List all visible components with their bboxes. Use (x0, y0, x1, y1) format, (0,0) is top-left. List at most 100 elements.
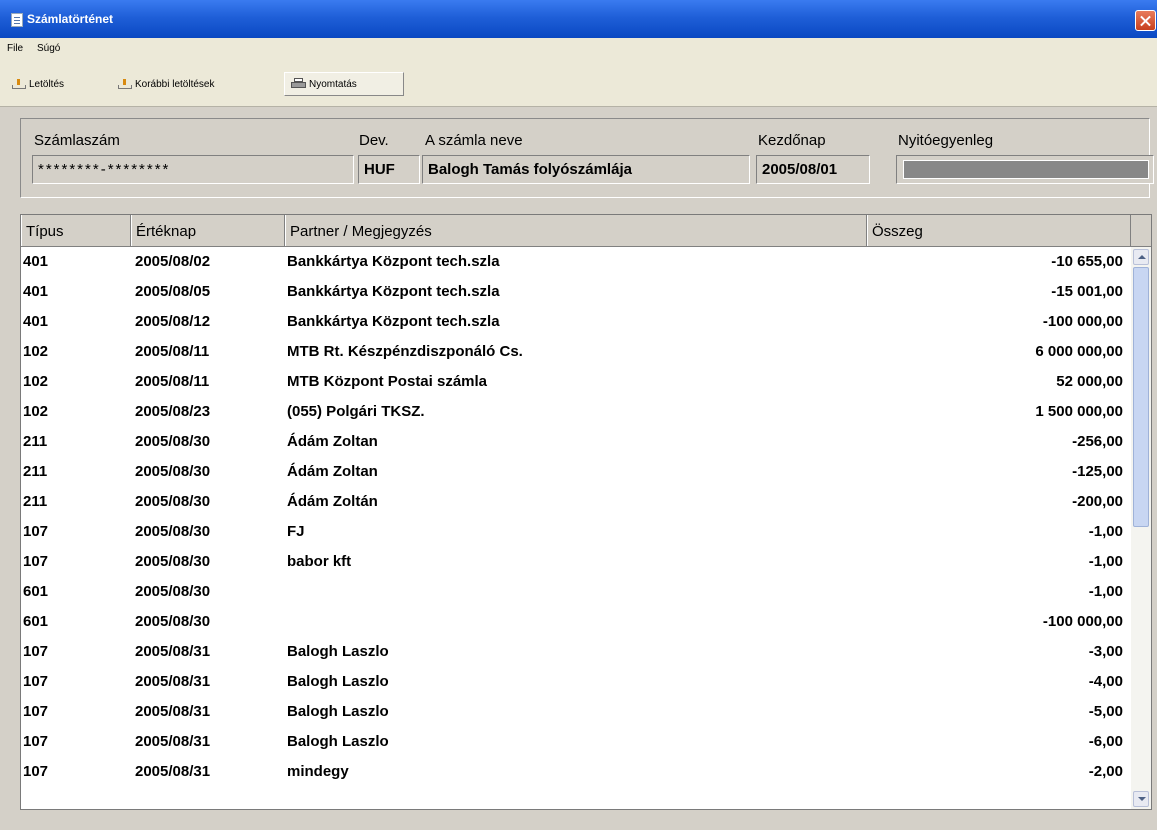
cell-amount: -1,00 (1088, 553, 1123, 570)
table-row[interactable]: 107 2005/08/31 mindegy -2,00 (21, 757, 1129, 787)
column-header-partner[interactable]: Partner / Megjegyzés (285, 215, 867, 246)
table-row[interactable]: 102 2005/08/11 MTB Központ Postai számla 52… (21, 367, 1129, 397)
cell-amount: -100 000,00 (1042, 313, 1123, 330)
table-row[interactable]: 401 2005/08/02 Bankkártya Központ tech.szl… (21, 247, 1129, 277)
cell-partner: MTB Rt. Készpénzdiszponáló Cs. (287, 343, 523, 360)
cell-type: 107 (23, 733, 49, 750)
opening-balance-value (903, 160, 1149, 179)
scroll-thumb[interactable] (1133, 267, 1149, 527)
cell-amount: -200,00 (1072, 493, 1123, 510)
cell-amount: -10 655,00 (1051, 253, 1123, 270)
download-icon (118, 79, 132, 89)
cell-amount: -256,00 (1072, 433, 1123, 450)
account-name-field: Balogh Tamás folyószámlája (422, 155, 750, 184)
cell-partner: Bankkártya Központ tech.szla (287, 283, 500, 300)
cell-value-date: 2005/08/31 (135, 733, 211, 750)
menu-bar: File Súgó (0, 38, 1157, 60)
table-row[interactable]: 102 2005/08/23 (055) Polgári TKSZ. 1 500 00… (21, 397, 1129, 427)
cell-amount: -1,00 (1088, 583, 1123, 600)
scroll-up-icon[interactable] (1133, 249, 1149, 265)
cell-value-date: 2005/08/12 (135, 313, 211, 330)
cell-amount: -125,00 (1072, 463, 1123, 480)
table-row[interactable]: 211 2005/08/30 Ádám Zoltan -125,00 (21, 457, 1129, 487)
cell-amount: 52 000,00 (1056, 373, 1123, 390)
cell-value-date: 2005/08/23 (135, 403, 211, 420)
cell-value-date: 2005/08/05 (135, 283, 211, 300)
table-row[interactable]: 401 2005/08/12 Bankkártya Központ tech.szl… (21, 307, 1129, 337)
table-row[interactable]: 211 2005/08/30 Ádám Zoltan -256,00 (21, 427, 1129, 457)
print-button[interactable]: Nyomtatás (284, 72, 404, 96)
cell-type: 401 (23, 283, 49, 300)
vertical-scrollbar[interactable] (1131, 247, 1151, 809)
cell-amount: -4,00 (1088, 673, 1123, 690)
account-number-label: Számlaszám (34, 132, 120, 149)
table-row[interactable]: 601 2005/08/30 -1,00 (21, 577, 1129, 607)
close-icon[interactable] (1135, 10, 1156, 31)
cell-amount: -5,00 (1088, 703, 1123, 720)
cell-type: 601 (23, 583, 49, 600)
table-row[interactable]: 107 2005/08/31 Balogh Laszlo -4,00 (21, 667, 1129, 697)
cell-type: 107 (23, 763, 49, 780)
cell-type: 107 (23, 553, 49, 570)
start-date-field: 2005/08/01 (756, 155, 870, 184)
cell-value-date: 2005/08/31 (135, 643, 211, 660)
opening-balance-label: Nyitóegyenleg (898, 132, 994, 149)
cell-partner: Ádám Zoltán (287, 493, 378, 510)
cell-type: 211 (23, 463, 48, 480)
download-icon (12, 79, 26, 89)
cell-value-date: 2005/08/02 (135, 253, 211, 270)
cell-type: 107 (23, 643, 49, 660)
cell-type: 211 (23, 433, 48, 450)
cell-type: 401 (23, 313, 49, 330)
cell-type: 107 (23, 703, 49, 720)
printer-icon (291, 78, 306, 90)
app-icon (11, 13, 23, 27)
cell-partner: Balogh Laszlo (287, 703, 389, 720)
window-title: Számlatörténet (27, 12, 114, 26)
toolbar: Letöltés Korábbi letöltések Nyomtatás (0, 60, 1157, 107)
account-number-field: ********-******** (32, 155, 354, 184)
cell-amount: -15 001,00 (1051, 283, 1123, 300)
cell-value-date: 2005/08/30 (135, 493, 211, 510)
previous-downloads-button[interactable]: Korábbi letöltések (118, 72, 215, 96)
scroll-down-icon[interactable] (1133, 791, 1149, 807)
cell-partner: Balogh Laszlo (287, 733, 389, 750)
download-label: Letöltés (29, 78, 65, 90)
cell-type: 211 (23, 493, 48, 510)
menu-file[interactable]: File (7, 43, 23, 54)
table-row[interactable]: 211 2005/08/30 Ádám Zoltán -200,00 (21, 487, 1129, 517)
cell-amount: -100 000,00 (1042, 613, 1123, 630)
table-row[interactable]: 107 2005/08/31 Balogh Laszlo -5,00 (21, 697, 1129, 727)
column-header-type[interactable]: Típus (21, 215, 131, 246)
table-row[interactable]: 107 2005/08/31 Balogh Laszlo -3,00 (21, 637, 1129, 667)
cell-partner: Balogh Laszlo (287, 673, 389, 690)
cell-partner: Balogh Laszlo (287, 643, 389, 660)
cell-value-date: 2005/08/30 (135, 433, 211, 450)
currency-label: Dev. (359, 132, 389, 149)
table-row[interactable]: 107 2005/08/31 Balogh Laszlo -6,00 (21, 727, 1129, 757)
table-row[interactable]: 601 2005/08/30 -100 000,00 (21, 607, 1129, 637)
cell-type: 401 (23, 253, 49, 270)
cell-type: 107 (23, 673, 49, 690)
cell-value-date: 2005/08/30 (135, 463, 211, 480)
cell-type: 107 (23, 523, 49, 540)
cell-amount: -2,00 (1088, 763, 1123, 780)
menu-help[interactable]: Súgó (37, 43, 60, 54)
cell-value-date: 2005/08/30 (135, 553, 211, 570)
column-header-amount[interactable]: Összeg (867, 215, 1131, 246)
cell-partner: Ádám Zoltan (287, 433, 378, 450)
table-row[interactable]: 401 2005/08/05 Bankkártya Központ tech.szl… (21, 277, 1129, 307)
cell-value-date: 2005/08/11 (135, 373, 210, 390)
title-bar: Számlatörténet (0, 0, 1157, 38)
table-row[interactable]: 102 2005/08/11 MTB Rt. Készpénzdiszponáló … (21, 337, 1129, 367)
cell-partner: FJ (287, 523, 305, 540)
table-header: Típus Értéknap Partner / Megjegyzés Össz… (21, 215, 1151, 247)
column-header-value-date[interactable]: Értéknap (131, 215, 285, 246)
cell-value-date: 2005/08/30 (135, 613, 211, 630)
table-row[interactable]: 107 2005/08/30 FJ -1,00 (21, 517, 1129, 547)
cell-partner: Ádám Zoltan (287, 463, 378, 480)
download-button[interactable]: Letöltés (12, 72, 64, 96)
cell-partner: babor kft (287, 553, 352, 570)
table-row[interactable]: 107 2005/08/30 babor kft -1,00 (21, 547, 1129, 577)
cell-type: 102 (23, 343, 49, 360)
